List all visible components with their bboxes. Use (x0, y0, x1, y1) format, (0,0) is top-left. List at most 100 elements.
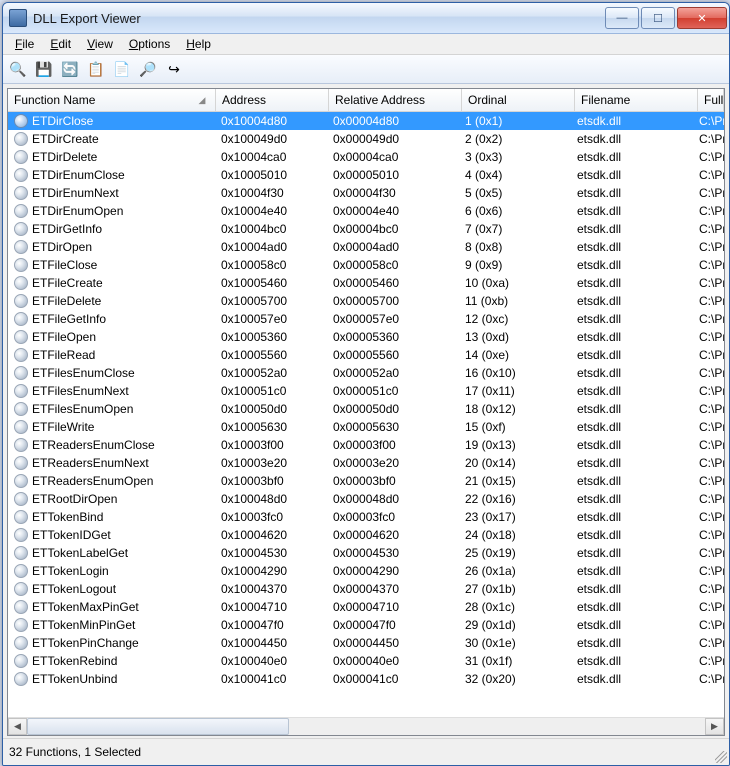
function-icon (14, 582, 28, 596)
cell-full-path: C:\Program Files (693, 418, 724, 436)
function-list[interactable]: Function Name ◢ Address Relative Address… (7, 88, 725, 736)
cell-ordinal: 27 (0x1b) (459, 580, 571, 598)
cell-ordinal: 15 (0xf) (459, 418, 571, 436)
cell-ordinal: 14 (0xe) (459, 346, 571, 364)
function-name-text: ETFileClose (32, 258, 97, 272)
cell-address: 0x10004290 (215, 562, 327, 580)
sort-indicator-icon: ◢ (195, 93, 209, 107)
menu-help[interactable]: Help (178, 36, 219, 52)
close-button[interactable]: ✕ (677, 7, 727, 29)
horizontal-scrollbar[interactable]: ◀ ▶ (8, 717, 724, 735)
cell-relative-address: 0x00003bf0 (327, 472, 459, 490)
menu-file[interactable]: File (7, 36, 42, 52)
table-row[interactable]: ETDirDelete0x10004ca00x00004ca03 (0x3)et… (8, 148, 724, 166)
cell-relative-address: 0x000050d0 (327, 400, 459, 418)
cell-filename: etsdk.dll (571, 328, 693, 346)
table-row[interactable]: ETFileWrite0x100056300x0000563015 (0xf)e… (8, 418, 724, 436)
table-row[interactable]: ETTokenLogout0x100043700x0000437027 (0x1… (8, 580, 724, 598)
cell-ordinal: 20 (0x14) (459, 454, 571, 472)
table-row[interactable]: ETTokenBind0x10003fc00x00003fc023 (0x17)… (8, 508, 724, 526)
table-row[interactable]: ETDirEnumOpen0x10004e400x00004e406 (0x6)… (8, 202, 724, 220)
html-report-button[interactable]: 🔎 (137, 58, 159, 80)
table-row[interactable]: ETReadersEnumOpen0x10003bf00x00003bf021 … (8, 472, 724, 490)
cell-function-name: ETFileClose (8, 256, 215, 274)
save-button[interactable]: 💾 (33, 58, 55, 80)
function-icon (14, 402, 28, 416)
table-row[interactable]: ETFileDelete0x100057000x0000570011 (0xb)… (8, 292, 724, 310)
cell-function-name: ETDirCreate (8, 130, 215, 148)
find-button[interactable]: 🔍 (7, 58, 29, 80)
col-function-name[interactable]: Function Name ◢ (8, 89, 216, 111)
minimize-button[interactable]: — (605, 7, 639, 29)
col-address[interactable]: Address (216, 89, 329, 111)
exit-button[interactable]: ↪ (163, 58, 185, 80)
table-row[interactable]: ETDirOpen0x10004ad00x00004ad08 (0x8)etsd… (8, 238, 724, 256)
cell-address: 0x10004ca0 (215, 148, 327, 166)
table-row[interactable]: ETReadersEnumClose0x10003f000x00003f0019… (8, 436, 724, 454)
cell-address: 0x100041c0 (215, 670, 327, 688)
table-row[interactable]: ETFileOpen0x100053600x0000536013 (0xd)et… (8, 328, 724, 346)
scroll-right-button[interactable]: ▶ (705, 718, 724, 735)
refresh-button[interactable]: 🔄 (59, 58, 81, 80)
col-relative-address[interactable]: Relative Address (329, 89, 462, 111)
table-row[interactable]: ETReadersEnumNext0x10003e200x00003e2020 … (8, 454, 724, 472)
cell-full-path: C:\Program Files (693, 112, 724, 130)
table-row[interactable]: ETFileCreate0x100054600x0000546010 (0xa)… (8, 274, 724, 292)
table-row[interactable]: ETTokenLabelGet0x100045300x0000453025 (0… (8, 544, 724, 562)
table-row[interactable]: ETTokenPinChange0x100044500x0000445030 (… (8, 634, 724, 652)
table-row[interactable]: ETDirCreate0x100049d00x000049d02 (0x2)et… (8, 130, 724, 148)
table-row[interactable]: ETDirEnumNext0x10004f300x00004f305 (0x5)… (8, 184, 724, 202)
cell-ordinal: 16 (0x10) (459, 364, 571, 382)
client-area: Function Name ◢ Address Relative Address… (3, 84, 729, 738)
cell-full-path: C:\Program Files (693, 526, 724, 544)
cell-relative-address: 0x00004e40 (327, 202, 459, 220)
copy-button[interactable]: 📋 (85, 58, 107, 80)
table-row[interactable]: ETTokenIDGet0x100046200x0000462024 (0x18… (8, 526, 724, 544)
table-row[interactable]: ETFileRead0x100055600x0000556014 (0xe)et… (8, 346, 724, 364)
table-row[interactable]: ETTokenRebind0x100040e00x000040e031 (0x1… (8, 652, 724, 670)
col-filename[interactable]: Filename (575, 89, 698, 111)
function-name-text: ETFileCreate (32, 276, 103, 290)
cell-full-path: C:\Program Files (693, 166, 724, 184)
scroll-left-button[interactable]: ◀ (8, 718, 27, 735)
function-icon (14, 456, 28, 470)
maximize-button[interactable]: ☐ (641, 7, 675, 29)
col-ordinal[interactable]: Ordinal (462, 89, 575, 111)
function-icon (14, 186, 28, 200)
cell-function-name: ETTokenIDGet (8, 526, 215, 544)
table-row[interactable]: ETTokenLogin0x100042900x0000429026 (0x1a… (8, 562, 724, 580)
table-row[interactable]: ETFilesEnumClose0x100052a00x000052a016 (… (8, 364, 724, 382)
table-row[interactable]: ETDirGetInfo0x10004bc00x00004bc07 (0x7)e… (8, 220, 724, 238)
cell-full-path: C:\Program Files (693, 310, 724, 328)
title-bar[interactable]: DLL Export Viewer — ☐ ✕ (3, 3, 729, 34)
table-row[interactable]: ETTokenMaxPinGet0x100047100x0000471028 (… (8, 598, 724, 616)
list-body[interactable]: ETDirClose0x10004d800x00004d801 (0x1)ets… (8, 112, 724, 717)
col-full-path[interactable]: Full Path (698, 89, 724, 111)
cell-ordinal: 3 (0x3) (459, 148, 571, 166)
menu-view[interactable]: View (79, 36, 121, 52)
table-row[interactable]: ETTokenUnbind0x100041c00x000041c032 (0x2… (8, 670, 724, 688)
cell-ordinal: 13 (0xd) (459, 328, 571, 346)
cell-full-path: C:\Program Files (693, 562, 724, 580)
scroll-thumb[interactable] (27, 718, 289, 735)
function-name-text: ETFileRead (32, 348, 95, 362)
menu-options[interactable]: Options (121, 36, 178, 52)
table-row[interactable]: ETDirClose0x10004d800x00004d801 (0x1)ets… (8, 112, 724, 130)
scroll-track[interactable] (27, 718, 705, 735)
cell-function-name: ETDirClose (8, 112, 215, 130)
table-row[interactable]: ETTokenMinPinGet0x100047f00x000047f029 (… (8, 616, 724, 634)
table-row[interactable]: ETDirEnumClose0x100050100x000050104 (0x4… (8, 166, 724, 184)
cell-relative-address: 0x000051c0 (327, 382, 459, 400)
menu-edit[interactable]: Edit (42, 36, 79, 52)
table-row[interactable]: ETFileClose0x100058c00x000058c09 (0x9)et… (8, 256, 724, 274)
function-icon (14, 384, 28, 398)
table-row[interactable]: ETFilesEnumNext0x100051c00x000051c017 (0… (8, 382, 724, 400)
function-name-text: ETTokenIDGet (32, 528, 111, 542)
cell-filename: etsdk.dll (571, 598, 693, 616)
cell-address: 0x10004710 (215, 598, 327, 616)
table-row[interactable]: ETFilesEnumOpen0x100050d00x000050d018 (0… (8, 400, 724, 418)
table-row[interactable]: ETFileGetInfo0x100057e00x000057e012 (0xc… (8, 310, 724, 328)
table-row[interactable]: ETRootDirOpen0x100048d00x000048d022 (0x1… (8, 490, 724, 508)
function-icon (14, 348, 28, 362)
properties-button[interactable]: 📄 (111, 58, 133, 80)
